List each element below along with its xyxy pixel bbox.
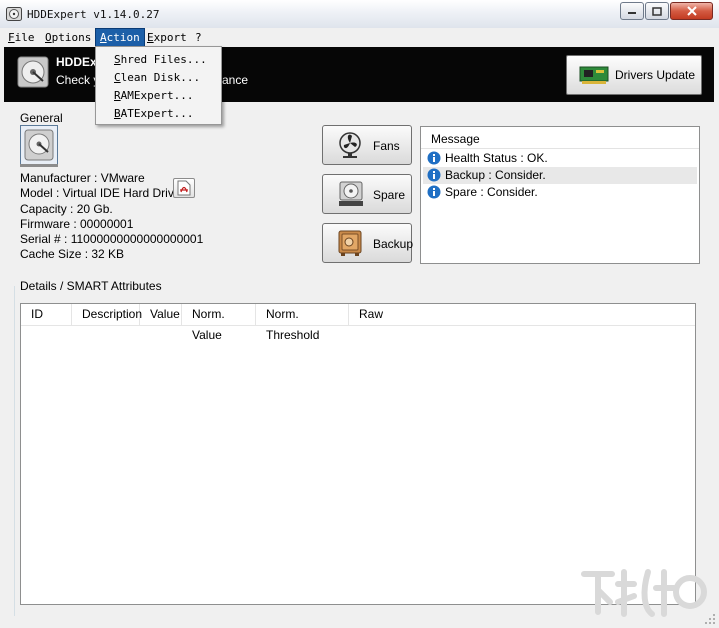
model-info: Model : Virtual IDE Hard Drive (20, 186, 181, 200)
backup-button[interactable]: Backup (322, 223, 414, 263)
pdf-icon (177, 180, 191, 196)
info-icon (427, 168, 441, 182)
driver-board-icon (579, 66, 609, 84)
fan-icon (339, 132, 361, 158)
firmware-info: Firmware : 00000001 (20, 217, 134, 231)
menu-item-clean-disk[interactable]: Clean Disk... (114, 71, 200, 84)
message-row[interactable]: Backup : Consider. (423, 167, 697, 184)
message-text: Health Status : OK. (445, 151, 548, 165)
close-button[interactable] (670, 2, 713, 20)
minimize-icon (628, 12, 636, 14)
details-group-label: Details / SMART Attributes (20, 279, 162, 293)
drive-selector[interactable] (20, 125, 58, 165)
menu-file[interactable]: File (4, 29, 39, 46)
message-text: Spare : Consider. (445, 185, 538, 199)
menu-item-batexpert[interactable]: BATExpert... (114, 107, 193, 120)
message-column-header[interactable]: Message (421, 127, 699, 149)
table-header: ID Description Value Norm. Value Norm. T… (21, 304, 695, 342)
banner-subtitle-right: ance (222, 73, 249, 87)
menu-action[interactable]: Action (95, 28, 145, 47)
column-header-raw[interactable]: Raw (349, 304, 695, 325)
fans-label: Fans (373, 139, 400, 153)
fans-button[interactable]: Fans (322, 125, 412, 165)
safe-icon (338, 230, 362, 256)
message-list[interactable]: Message Health Status : OK. Backup : Con… (420, 126, 700, 264)
details-group-border (14, 286, 15, 616)
manufacturer-info: Manufacturer : VMware (20, 171, 145, 185)
close-icon (686, 6, 697, 16)
message-row[interactable]: Health Status : OK. (423, 150, 697, 167)
drivers-update-label: Drivers Update (615, 68, 696, 82)
message-text: Backup : Consider. (445, 168, 546, 182)
info-icon (427, 185, 441, 199)
column-header-norm-value[interactable]: Norm. Value (182, 304, 256, 342)
column-header-value[interactable]: Value (140, 304, 182, 325)
message-header-label: Message (431, 132, 480, 146)
menu-help[interactable]: ? (191, 29, 206, 46)
menu-export[interactable]: Export (143, 29, 191, 46)
app-hdd-icon (6, 7, 22, 21)
maximize-button[interactable] (645, 2, 669, 20)
spare-drive-icon (339, 181, 363, 206)
serial-info: Serial # : 11000000000000000001 (20, 232, 204, 246)
watermark-logo-icon (581, 569, 707, 617)
hdd-logo-icon (17, 56, 49, 88)
backup-label: Backup (373, 237, 414, 251)
cache-info: Cache Size : 32 KB (20, 247, 125, 261)
spare-button[interactable]: Spare (322, 174, 412, 214)
menu-bar: File Options Action Export ? (0, 28, 719, 47)
banner-subtitle-left: Check y (56, 73, 100, 87)
column-header-norm-threshold[interactable]: Norm. Threshold (256, 304, 349, 342)
menu-options[interactable]: Options (41, 29, 95, 46)
menu-item-shred-files[interactable]: Shred Files... (114, 53, 207, 66)
drive-selector-bar (20, 164, 58, 167)
smart-attributes-table[interactable]: ID Description Value Norm. Value Norm. T… (20, 303, 696, 605)
pdf-report-button[interactable] (173, 178, 195, 198)
general-group-label: General (19, 111, 64, 125)
title-bar: HDDExpert v1.14.0.27 (0, 0, 719, 29)
banner-title: HDDEx (56, 55, 97, 69)
minimize-button[interactable] (620, 2, 644, 20)
column-header-id[interactable]: ID (21, 304, 72, 325)
hard-drive-icon (24, 129, 54, 161)
message-row[interactable]: Spare : Consider. (423, 184, 697, 201)
menu-item-ramexpert[interactable]: RAMExpert... (114, 89, 193, 102)
maximize-icon (652, 6, 662, 16)
capacity-info: Capacity : 20 Gb. (20, 202, 113, 216)
info-icon (427, 151, 441, 165)
spare-label: Spare (373, 188, 406, 202)
column-header-description[interactable]: Description (72, 304, 142, 325)
action-dropdown-menu: Shred Files... Clean Disk... RAMExpert..… (95, 46, 222, 125)
drivers-update-button[interactable]: Drivers Update (566, 55, 702, 95)
window-title: HDDExpert v1.14.0.27 (27, 8, 160, 21)
